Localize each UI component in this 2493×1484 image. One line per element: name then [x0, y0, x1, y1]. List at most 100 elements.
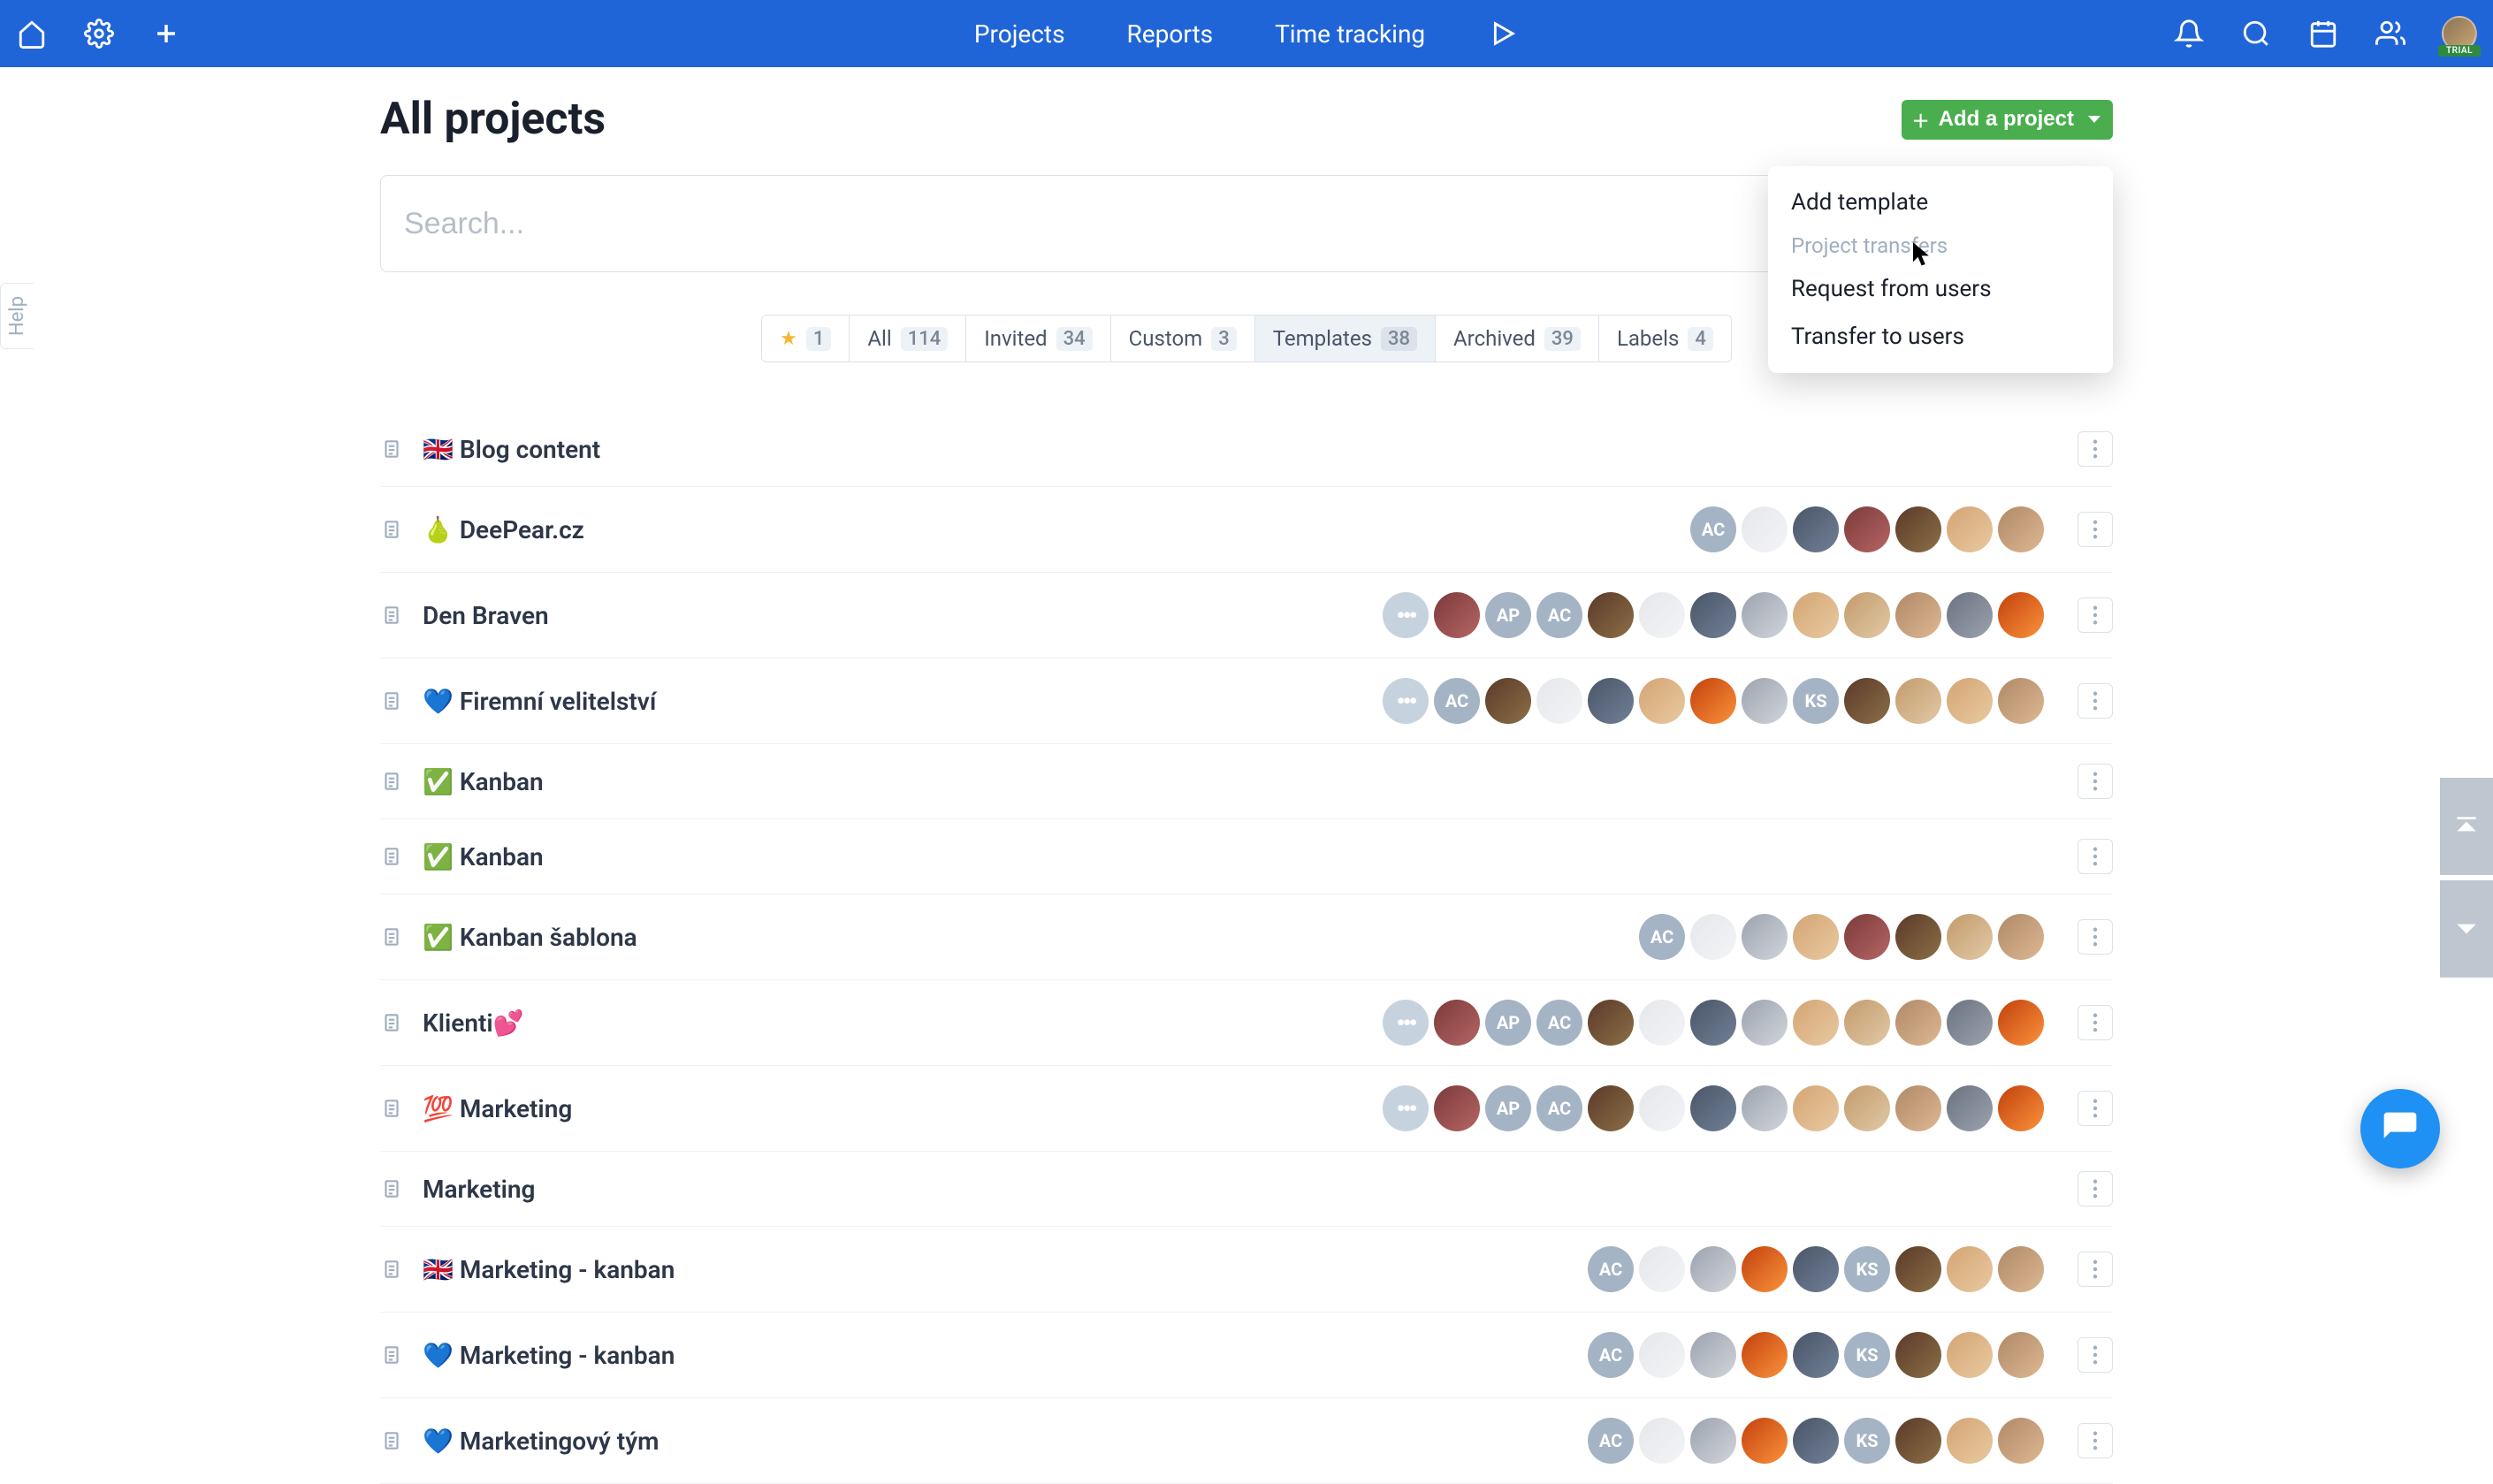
member-avatar[interactable] — [1742, 1332, 1788, 1378]
member-avatar[interactable] — [1639, 678, 1685, 724]
project-row[interactable]: 🇬🇧 Blog content — [380, 412, 2113, 487]
project-row[interactable]: ✅ Kanban — [380, 744, 2113, 819]
member-avatar[interactable] — [1690, 592, 1736, 638]
member-avatar[interactable] — [1844, 506, 1890, 552]
member-avatar[interactable] — [1793, 1332, 1839, 1378]
more-members[interactable]: ••• — [1383, 678, 1429, 724]
tab-labels[interactable]: Labels4 — [1599, 316, 1731, 361]
member-avatar[interactable] — [1588, 1000, 1634, 1046]
member-avatar[interactable] — [1588, 678, 1634, 724]
member-avatar[interactable] — [1998, 1000, 2044, 1046]
tab-archived[interactable]: Archived39 — [1436, 316, 1599, 361]
chat-fab[interactable] — [2360, 1089, 2440, 1168]
row-menu-button[interactable] — [2078, 764, 2113, 799]
member-avatar[interactable] — [1485, 678, 1531, 724]
help-tab[interactable]: Help — [0, 283, 34, 349]
member-avatar[interactable] — [1793, 914, 1839, 960]
member-avatar[interactable] — [1947, 506, 1993, 552]
row-menu-button[interactable] — [2078, 1005, 2113, 1040]
member-avatar[interactable] — [1742, 678, 1788, 724]
member-avatar[interactable] — [1895, 592, 1941, 638]
member-avatar[interactable] — [1998, 1085, 2044, 1131]
calendar-icon[interactable] — [2307, 18, 2339, 49]
member-avatar[interactable] — [1690, 1246, 1736, 1292]
member-avatar[interactable] — [1742, 506, 1788, 552]
member-avatar[interactable] — [1947, 1085, 1993, 1131]
member-avatar[interactable]: AC — [1536, 1000, 1582, 1046]
member-avatar[interactable]: AC — [1588, 1332, 1634, 1378]
nav-time-tracking[interactable]: Time tracking — [1275, 19, 1425, 49]
member-avatar[interactable] — [1844, 592, 1890, 638]
member-avatar[interactable]: AC — [1434, 678, 1480, 724]
tab-custom[interactable]: Custom3 — [1111, 316, 1255, 361]
member-avatar[interactable] — [1434, 592, 1480, 638]
member-avatar[interactable] — [1947, 1418, 1993, 1464]
member-avatar[interactable]: KS — [1844, 1332, 1890, 1378]
dropdown-transfer-to-users[interactable]: Transfer to users — [1768, 313, 2113, 361]
add-project-button[interactable]: ＋ Add a project — [1902, 100, 2113, 140]
project-row[interactable]: 💙 Marketing - kanbanACKS — [380, 1313, 2113, 1398]
more-members[interactable]: ••• — [1383, 1000, 1429, 1046]
member-avatar[interactable] — [1742, 1085, 1788, 1131]
member-avatar[interactable] — [1895, 1332, 1941, 1378]
bell-icon[interactable] — [2173, 18, 2205, 49]
member-avatar[interactable] — [1690, 1418, 1736, 1464]
member-avatar[interactable] — [1639, 1085, 1685, 1131]
member-avatar[interactable] — [1793, 506, 1839, 552]
member-avatar[interactable]: AP — [1485, 1085, 1531, 1131]
member-avatar[interactable] — [1588, 592, 1634, 638]
project-row[interactable]: 💙 Marketingový týmACKS — [380, 1398, 2113, 1484]
member-avatar[interactable] — [1742, 1246, 1788, 1292]
member-avatar[interactable] — [1536, 678, 1582, 724]
member-avatar[interactable] — [1895, 678, 1941, 724]
row-menu-button[interactable] — [2078, 512, 2113, 547]
member-avatar[interactable] — [1947, 1332, 1993, 1378]
member-avatar[interactable] — [1844, 1000, 1890, 1046]
tab-starred[interactable]: ★1 — [762, 316, 850, 361]
scroll-up-button[interactable] — [2440, 778, 2493, 875]
member-avatar[interactable]: KS — [1844, 1418, 1890, 1464]
row-menu-button[interactable] — [2078, 1252, 2113, 1287]
project-row[interactable]: Den Braven•••APAC — [380, 573, 2113, 658]
member-avatar[interactable]: AC — [1639, 914, 1685, 960]
member-avatar[interactable]: KS — [1793, 678, 1839, 724]
row-menu-button[interactable] — [2078, 1171, 2113, 1206]
member-avatar[interactable] — [1998, 1246, 2044, 1292]
row-menu-button[interactable] — [2078, 1423, 2113, 1458]
member-avatar[interactable] — [1690, 1332, 1736, 1378]
member-avatar[interactable] — [1639, 1000, 1685, 1046]
member-avatar[interactable]: KS — [1844, 1246, 1890, 1292]
project-row[interactable]: Marketing — [380, 1152, 2113, 1227]
member-avatar[interactable] — [1998, 592, 2044, 638]
member-avatar[interactable]: AC — [1536, 1085, 1582, 1131]
member-avatar[interactable] — [1998, 506, 2044, 552]
member-avatar[interactable] — [1998, 678, 2044, 724]
member-avatar[interactable] — [1742, 914, 1788, 960]
avatar[interactable]: TRIAL — [2442, 16, 2477, 51]
member-avatar[interactable] — [1895, 1246, 1941, 1292]
row-menu-button[interactable] — [2078, 839, 2113, 874]
member-avatar[interactable] — [1434, 1000, 1480, 1046]
member-avatar[interactable]: AC — [1690, 506, 1736, 552]
member-avatar[interactable] — [1998, 1418, 2044, 1464]
member-avatar[interactable] — [1639, 1332, 1685, 1378]
member-avatar[interactable] — [1793, 1246, 1839, 1292]
member-avatar[interactable]: AP — [1485, 1000, 1531, 1046]
member-avatar[interactable] — [1742, 592, 1788, 638]
tab-all[interactable]: All114 — [850, 316, 966, 361]
project-row[interactable]: 💯 Marketing•••APAC — [380, 1066, 2113, 1152]
member-avatar[interactable]: AC — [1588, 1418, 1634, 1464]
row-menu-button[interactable] — [2078, 431, 2113, 467]
row-menu-button[interactable] — [2078, 919, 2113, 955]
row-menu-button[interactable] — [2078, 597, 2113, 633]
row-menu-button[interactable] — [2078, 1091, 2113, 1126]
member-avatar[interactable] — [1947, 678, 1993, 724]
users-icon[interactable] — [2375, 18, 2406, 49]
member-avatar[interactable] — [1793, 1000, 1839, 1046]
search-icon[interactable] — [2240, 18, 2272, 49]
row-menu-button[interactable] — [2078, 1337, 2113, 1373]
member-avatar[interactable]: AC — [1588, 1246, 1634, 1292]
project-row[interactable]: 🍐 DeePear.czAC — [380, 487, 2113, 573]
project-row[interactable]: ✅ Kanban šablonaAC — [380, 894, 2113, 980]
member-avatar[interactable] — [1742, 1418, 1788, 1464]
